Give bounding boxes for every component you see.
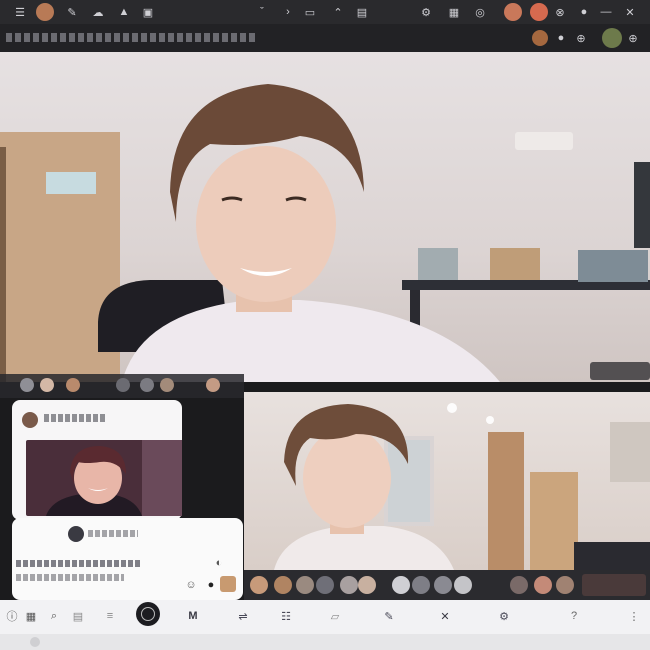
top-toolbar: ☰ ✎ ☁ ▲ ▣ ˇ › ▭ ⌃ ▤ ⚙ ▦ ◎ ⊗ ● — ✕ <box>0 0 650 24</box>
menu-icon[interactable]: ☰ <box>12 4 28 20</box>
apps-icon[interactable]: ✕ <box>436 608 454 624</box>
more-icon[interactable]: ⊗ <box>552 4 568 20</box>
participant-avatar[interactable] <box>392 576 410 594</box>
participants-icon[interactable]: ☷ <box>276 608 296 624</box>
participant-avatar[interactable] <box>296 576 314 594</box>
reactions-icon[interactable]: ✎ <box>378 608 400 624</box>
status-dot <box>30 637 40 647</box>
arrow-icon[interactable]: › <box>282 4 294 20</box>
help-icon[interactable]: ? <box>566 608 582 624</box>
participant-avatar[interactable] <box>556 576 574 594</box>
chevron-icon[interactable]: ⌃ <box>330 4 346 20</box>
share-icon[interactable]: ⇌ <box>232 608 254 624</box>
message-text-placeholder <box>88 530 138 537</box>
globe-icon[interactable]: ⊕ <box>574 30 588 46</box>
screen-icon[interactable]: ▭ <box>302 4 318 20</box>
participant-avatar[interactable] <box>532 30 548 46</box>
reaction-icon[interactable]: ◐ <box>212 556 226 570</box>
door <box>488 432 524 570</box>
participant-avatar[interactable] <box>316 576 334 594</box>
chat-icon[interactable]: ▦ <box>446 4 462 20</box>
face <box>196 146 336 302</box>
participant-avatar[interactable] <box>340 576 358 594</box>
participant-avatar[interactable] <box>434 576 452 594</box>
more-icon[interactable]: ⋮ <box>626 608 642 624</box>
meeting-title-bar: ● ⊕ ⊕ <box>0 24 650 52</box>
search-icon[interactable]: ⌕ <box>46 608 62 624</box>
status-footer <box>0 634 650 650</box>
participant-avatar[interactable] <box>510 576 528 594</box>
user-avatar[interactable] <box>602 28 622 48</box>
message-line <box>16 574 124 581</box>
avatar-icon[interactable] <box>36 3 54 21</box>
main-video-feed[interactable] <box>0 52 650 382</box>
camera-icon[interactable]: ▤ <box>354 4 370 20</box>
settings-icon[interactable]: ⚙ <box>494 608 514 624</box>
chat-video-thumbnail[interactable] <box>26 440 182 516</box>
minimize-icon[interactable]: — <box>596 4 616 20</box>
video-controls[interactable] <box>590 362 650 380</box>
mic-icon[interactable]: M <box>180 608 206 624</box>
record-icon[interactable] <box>504 3 522 21</box>
participant-strip <box>0 374 244 398</box>
record-button[interactable] <box>136 602 160 626</box>
meeting-title <box>6 33 256 42</box>
shield-icon[interactable] <box>530 3 548 21</box>
triangle-icon[interactable]: ▲ <box>116 4 132 20</box>
cloud-icon[interactable]: ☁ <box>90 4 106 20</box>
message-line <box>16 560 142 567</box>
sender-avatar[interactable] <box>68 526 84 542</box>
search-icon[interactable]: ● <box>576 4 592 20</box>
participant-avatar[interactable] <box>116 378 130 392</box>
second-video-scene <box>274 403 650 570</box>
add-icon[interactable]: ⊕ <box>626 30 640 46</box>
air-conditioner <box>515 132 573 150</box>
emoji-icon[interactable]: ☺ <box>184 578 198 592</box>
bottom-control-bar: ⓘ ▦ ⌕ ▤ ≡ M ⇌ ☷ ▱ ✎ ✕ ⚙ ? ⋮ <box>0 600 650 634</box>
participant-avatar[interactable] <box>412 576 430 594</box>
attachment-icon[interactable] <box>220 576 236 592</box>
face <box>303 428 391 528</box>
monitor <box>634 162 650 248</box>
layout-icon[interactable]: ▤ <box>70 608 86 624</box>
info-icon[interactable]: ⓘ <box>4 608 20 624</box>
participant-avatar[interactable] <box>358 576 376 594</box>
chat-card[interactable] <box>12 400 182 520</box>
participant-avatar[interactable] <box>206 378 220 392</box>
door-sign <box>46 172 96 194</box>
participant-avatar[interactable] <box>250 576 268 594</box>
participant-avatar[interactable] <box>160 378 174 392</box>
globe-icon[interactable]: ◎ <box>472 4 488 20</box>
record-icon[interactable]: ● <box>204 578 218 592</box>
chat-icon[interactable]: ▱ <box>324 608 346 624</box>
participant-avatar[interactable] <box>274 576 292 594</box>
participant-avatar[interactable] <box>40 378 54 392</box>
cabinet <box>530 472 578 570</box>
grid-icon[interactable]: ▦ <box>22 608 40 624</box>
participant-avatar[interactable] <box>66 378 80 392</box>
image-icon[interactable]: ▣ <box>140 4 156 20</box>
close-icon[interactable]: ✕ <box>622 4 638 20</box>
sender-avatar[interactable] <box>22 412 38 428</box>
sender-name-placeholder <box>44 414 106 422</box>
main-video-scene <box>0 84 650 382</box>
self-preview[interactable] <box>582 574 646 596</box>
mic-icon[interactable]: ● <box>554 30 568 46</box>
participant-avatar[interactable] <box>140 378 154 392</box>
caret-icon[interactable]: ˇ <box>256 4 268 20</box>
participant-avatar[interactable] <box>20 378 34 392</box>
chat-message-card[interactable]: ◐ ☺ ● <box>12 518 243 600</box>
second-video-feed[interactable] <box>244 392 650 570</box>
participant-thumbnail-row <box>244 570 650 600</box>
participant-avatar[interactable] <box>534 576 552 594</box>
text-icon[interactable]: ✎ <box>64 4 80 20</box>
list-icon[interactable]: ≡ <box>102 608 118 624</box>
settings-icon[interactable]: ⚙ <box>418 4 434 20</box>
participant-avatar[interactable] <box>454 576 472 594</box>
